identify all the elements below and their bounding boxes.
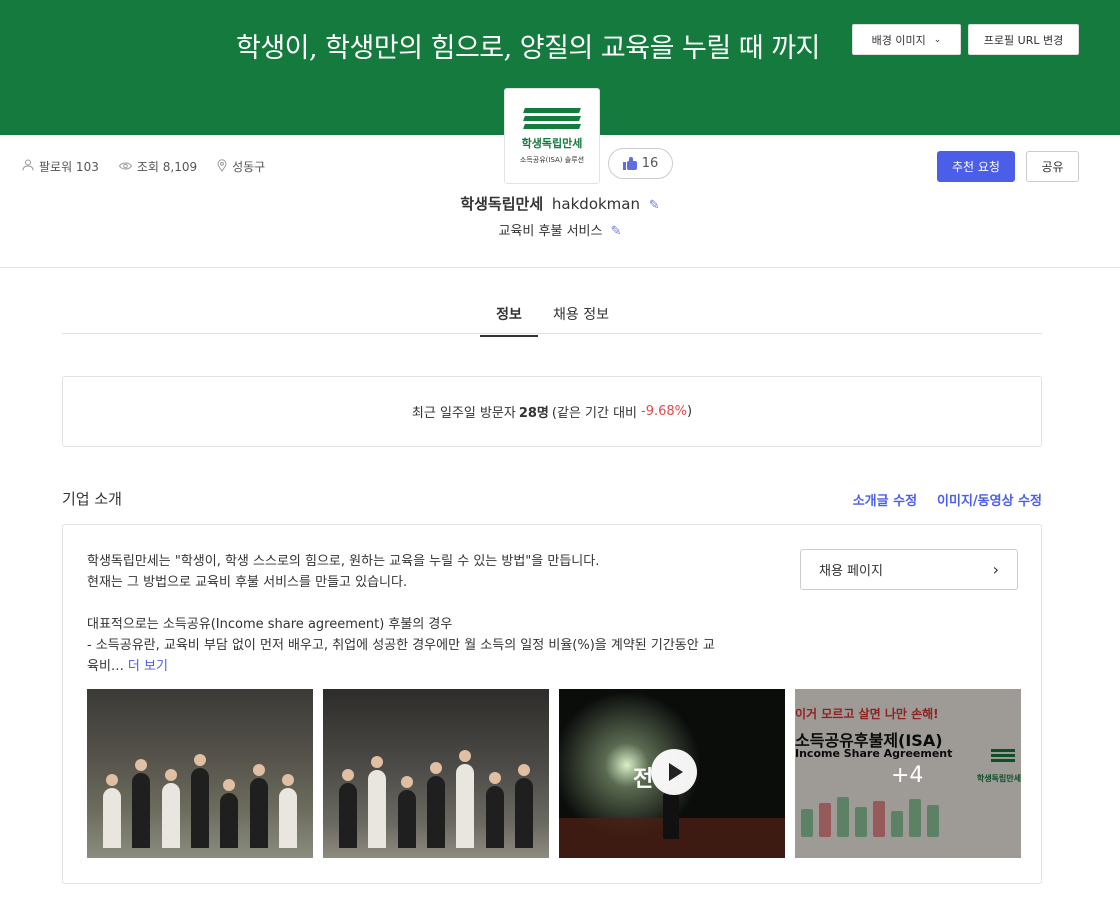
logo-title: 학생독립만세 [521,136,583,150]
location-text: 성동구 [232,160,266,174]
person-icon [22,159,34,174]
intro-line: - 소득공유란, 교육비 부담 없이 먼저 배우고, 취업에 성공한 경우에만 … [87,638,715,653]
profile-url-label: 프로필 URL 변경 [983,33,1064,47]
play-icon[interactable] [651,749,697,795]
views-stat: 조회 8,109 [118,158,198,175]
team-photo-2[interactable] [323,689,549,858]
location-stat: 성동구 [217,158,265,175]
header-divider [0,267,1120,268]
intro-line: 육비… [87,659,124,674]
team-photo-1[interactable] [87,689,313,858]
job-page-label: 채용 페이지 [819,564,883,579]
visitor-compare-prefix: (같은 기간 대비 [551,406,638,421]
edit-description-pencil-icon[interactable]: ✎ [611,224,622,239]
share-button[interactable]: 공유 [1026,151,1079,182]
intro-line-last: 육비… 더 보기 [87,656,777,677]
company-intro-box: 학생독립만세는 "학생이, 학생 스스로의 힘으로, 원하는 교육을 누릴 수 … [62,524,1042,884]
read-more-link[interactable]: 더 보기 [128,659,168,674]
chevron-down-icon: ⌄ [933,34,942,45]
intro-line: 학생독립만세는 "학생이, 학생 스스로의 힘으로, 원하는 교육을 누릴 수 … [87,554,600,569]
like-button[interactable]: 16 [608,148,673,179]
company-intro-title: 기업 소개 [62,490,122,508]
intro-line: 현재는 그 방법으로 교육비 후불 서비스를 만들고 있습니다. [87,575,408,590]
visitor-stats-box: 최근 일주일 방문자 28명 (같은 기간 대비 -9.68% ) [62,376,1042,447]
visitor-change: -9.68% [641,404,688,419]
views-text: 조회 8,109 [136,160,198,174]
location-pin-icon [217,158,227,175]
edit-media-link[interactable]: 이미지/동영상 수정 [937,490,1042,509]
company-description-row: 교육비 후불 서비스 ✎ [0,220,1120,239]
followers-stat: 팔로워 103 [22,158,99,175]
media-gallery: 전 이거 모르고 살면 나만 손해! 소득공유후불제(ISA) Income S… [87,689,1021,858]
intro-line: 대표적으로는 소득공유(Income share agreement) 후불의 … [87,617,453,632]
company-handle: hakdokman [551,195,640,213]
logo-mark-icon [523,107,581,129]
company-name: 학생독립만세 [460,195,544,213]
profile-tabs: 정보 채용 정보 [62,290,1042,337]
tab-jobs[interactable]: 채용 정보 [553,304,609,324]
followers-text: 팔로워 103 [39,160,99,174]
visitor-prefix: 최근 일주일 방문자 [411,406,516,421]
thumbs-up-icon [622,157,637,170]
company-logo: 학생독립만세 소득공유(ISA) 솔루션 [504,88,600,184]
eye-icon [118,160,132,174]
edit-intro-link[interactable]: 소개글 수정 [853,490,917,509]
chevron-right-icon: › [992,560,999,579]
profile-url-change-button[interactable]: 프로필 URL 변경 [968,24,1079,55]
intro-text: 학생독립만세는 "학생이, 학생 스스로의 힘으로, 원하는 교육을 누릴 수 … [87,551,777,677]
intro-edit-links: 소개글 수정 이미지/동영상 수정 [853,490,1042,509]
edit-name-pencil-icon[interactable]: ✎ [649,198,660,213]
background-image-button[interactable]: 배경 이미지 ⌄ [852,24,961,55]
recommend-request-button[interactable]: 추천 요청 [937,151,1015,182]
video-thumbnail[interactable]: 전 [559,689,785,858]
visitor-suffix: ) [687,404,693,419]
visitor-count: 28명 [518,406,549,421]
logo-subtitle: 소득공유(ISA) 솔루션 [519,155,585,164]
banner-slogan: 학생이, 학생만의 힘으로, 양질의 교육을 누릴 때 까지 [236,33,820,64]
like-count: 16 [641,156,659,171]
background-image-label: 배경 이미지 [871,33,926,47]
company-meta: 팔로워 103 조회 8,109 성동구 [22,158,265,175]
isa-poster-more[interactable]: 이거 모르고 살면 나만 손해! 소득공유후불제(ISA) Income Sha… [795,689,1021,858]
job-page-button[interactable]: 채용 페이지 › [800,549,1018,590]
tab-info[interactable]: 정보 [480,304,538,337]
more-media-count: +4 [891,763,924,788]
company-name-row: 학생독립만세 hakdokman ✎ [0,193,1120,214]
company-description: 교육비 후불 서비스 [498,224,603,239]
